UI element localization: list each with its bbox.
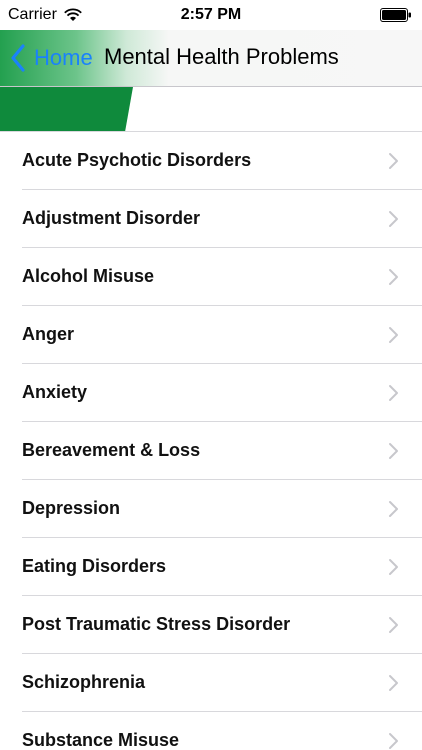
banner-graphic — [0, 87, 133, 132]
chevron-right-icon — [389, 443, 398, 459]
list-item-anger[interactable]: Anger — [0, 306, 422, 364]
chevron-right-icon — [389, 211, 398, 227]
list-item-schizophrenia[interactable]: Schizophrenia — [0, 654, 422, 712]
battery-icon — [380, 8, 411, 22]
list-item-label: Substance Misuse — [22, 730, 180, 750]
list-item-substance-misuse[interactable]: Substance Misuse — [0, 712, 422, 750]
chevron-right-icon — [389, 385, 398, 401]
list-item-label: Anxiety — [22, 382, 88, 402]
list-item-alcohol-misuse[interactable]: Alcohol Misuse — [0, 248, 422, 306]
list-item-label: Anger — [22, 324, 75, 344]
chevron-right-icon — [389, 327, 398, 343]
chevron-right-icon — [389, 733, 398, 749]
chevron-right-icon — [389, 559, 398, 575]
back-button[interactable]: Home — [10, 40, 93, 76]
list-item-label: Alcohol Misuse — [22, 266, 155, 286]
status-bar: Carrier 2:57 PM — [0, 0, 422, 30]
back-label: Home — [34, 45, 93, 70]
list-item-anxiety[interactable]: Anxiety — [0, 364, 422, 422]
screen: Carrier 2:57 PM Home Mental Health Probl… — [0, 0, 422, 750]
list-item-bereavement-loss[interactable]: Bereavement & Loss — [0, 422, 422, 480]
list-item-label: Adjustment Disorder — [22, 208, 201, 228]
list-item-label: Depression — [22, 498, 121, 518]
chevron-right-icon — [389, 617, 398, 633]
chevron-right-icon — [389, 501, 398, 517]
chevron-right-icon — [389, 269, 398, 285]
list-item-label: Schizophrenia — [22, 672, 146, 692]
list-item-ptsd[interactable]: Post Traumatic Stress Disorder — [0, 596, 422, 654]
list-item-depression[interactable]: Depression — [0, 480, 422, 538]
chevron-right-icon — [389, 153, 398, 169]
chevron-left-icon — [11, 44, 25, 72]
navigation-bar: Home Mental Health Problems — [0, 30, 422, 86]
chevron-right-icon — [389, 675, 398, 691]
list-item-label: Acute Psychotic Disorders — [22, 150, 252, 170]
list-item-eating-disorders[interactable]: Eating Disorders — [0, 538, 422, 596]
list-item-adjustment-disorder[interactable]: Adjustment Disorder — [0, 190, 422, 248]
list-item-label: Eating Disorders — [22, 556, 167, 576]
header-banner — [0, 87, 422, 132]
topic-list: Acute Psychotic Disorders Adjustment Dis… — [0, 132, 422, 750]
status-time: 2:57 PM — [180, 6, 242, 23]
page-title: Mental Health Problems — [104, 44, 339, 69]
list-item-label: Bereavement & Loss — [22, 440, 201, 460]
list-item-label: Post Traumatic Stress Disorder — [22, 614, 291, 634]
list-item-acute-psychotic-disorders[interactable]: Acute Psychotic Disorders — [0, 132, 422, 190]
